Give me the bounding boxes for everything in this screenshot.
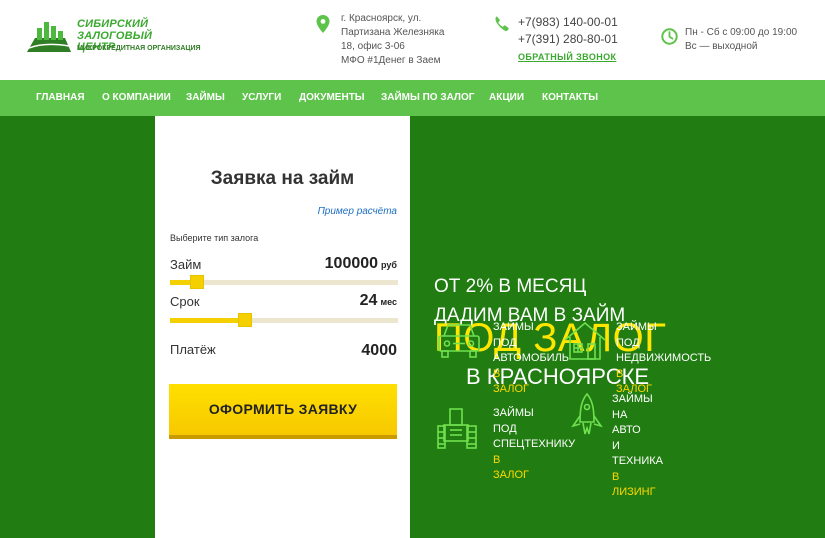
loan-amount-number: 100000 xyxy=(324,255,379,272)
service-accent-line: В xyxy=(493,453,501,466)
map-pin-icon xyxy=(316,15,330,33)
address-line: МФО #1Денег в Заем xyxy=(341,55,441,66)
service-leasing[interactable]: ЗАЙМЫ НА АВТО И ТЕХНИКА В ЛИЗИНГ xyxy=(570,392,680,498)
service-accent-line: ЛИЗИНГ xyxy=(612,486,656,498)
service-line: АВТО xyxy=(612,424,641,436)
form-title: Заявка на займ xyxy=(210,168,355,189)
service-line: ТЕХНИКА xyxy=(612,455,663,467)
service-car-loan[interactable]: ЗАЙМЫ ПОД АВТОМОБИЛЬ В ЗАЛОГ xyxy=(436,320,569,400)
service-line: ПОД xyxy=(616,336,640,349)
loan-amount-unit: руб xyxy=(381,260,397,270)
address-line: Партизана Железняка xyxy=(341,27,445,38)
term-unit: мес xyxy=(380,297,397,307)
term-label: Срок xyxy=(170,294,200,309)
service-accent-line: В xyxy=(612,470,620,483)
service-accent-line: В xyxy=(616,367,624,380)
payment-value: 4000 xyxy=(361,342,397,359)
hero-rate-line: ОТ 2% В МЕСЯЦ xyxy=(434,276,587,297)
nav-item-home[interactable]: ГЛАВНАЯ xyxy=(36,80,85,116)
service-line: ЗАЙМЫ xyxy=(616,321,657,333)
service-realty-loan[interactable]: ЗАЙМЫ ПОД НЕДВИЖИМОСТЬ В ЗАЛОГ xyxy=(563,320,713,400)
logo-line-1: СИБИРСКИЙ xyxy=(77,18,149,30)
nav-item-contacts[interactable]: КОНТАКТЫ xyxy=(542,80,598,116)
address-block: г. Красноярск, ул. Партизана Железняка 1… xyxy=(341,12,444,68)
car-icon xyxy=(438,324,480,358)
loan-application-form: Заявка на займ Пример расчёта Выберите т… xyxy=(155,116,410,538)
hours-line: Пн - Сб с 09:00 до 19:00 xyxy=(685,27,798,38)
term-slider[interactable] xyxy=(170,313,398,327)
service-accent-line: ЗАЛОГ xyxy=(493,383,529,395)
phone-number[interactable]: +7(983) 140-00-01 xyxy=(518,14,618,31)
service-line: И xyxy=(612,439,620,452)
service-line: ЗАЙМЫ xyxy=(493,321,534,333)
clock-icon xyxy=(661,28,678,45)
service-line: ПОД xyxy=(493,422,517,435)
address-line: г. Красноярск, ул. xyxy=(341,13,422,24)
logo[interactable]: СИБИРСКИЙ ЗАЛОГОВЫЙ ЦЕНТР МИКРОКРЕДИТНАЯ… xyxy=(25,16,201,60)
term-number: 24 xyxy=(359,292,378,309)
service-accent-line: В xyxy=(493,367,501,380)
loan-amount-value: 100000 руб xyxy=(325,255,397,273)
loan-amount-label: Займ xyxy=(170,257,202,272)
tractor-icon xyxy=(437,408,477,449)
rocket-icon xyxy=(571,392,603,435)
hours-block: Пн - Сб с 09:00 до 19:00 Вс — выходной xyxy=(685,26,797,54)
service-line: СПЕЦТЕХНИКУ xyxy=(493,438,576,450)
hours-line: Вс — выходной xyxy=(685,41,758,52)
service-line: ЗАЙМЫ xyxy=(612,393,653,405)
service-text: ЗАЙМЫ НА АВТО И ТЕХНИКА В ЛИЗИНГ xyxy=(612,392,663,501)
logo-subtitle: МИКРОКРЕДИТНАЯ ОРГАНИЗАЦИЯ xyxy=(77,45,201,52)
loan-amount-slider[interactable] xyxy=(170,275,398,289)
phone-icon xyxy=(495,16,509,32)
nav-item-services[interactable]: УСЛУГИ xyxy=(242,80,281,116)
logo-mark-icon xyxy=(27,22,71,52)
service-line: ЗАЙМЫ xyxy=(493,407,534,419)
submit-application-button[interactable]: ОФОРМИТЬ ЗАЯВКУ xyxy=(169,384,397,439)
service-line: ПОД xyxy=(493,336,517,349)
main-nav: ГЛАВНАЯ О КОМПАНИИ ЗАЙМЫ УСЛУГИ ДОКУМЕНТ… xyxy=(0,80,825,116)
nav-item-about[interactable]: О КОМПАНИИ xyxy=(102,80,171,116)
service-line: НА xyxy=(612,408,628,421)
address-line: 18, офис 3-06 xyxy=(341,41,405,52)
service-line: НЕДВИЖИМОСТЬ xyxy=(616,352,712,364)
service-line: АВТОМОБИЛЬ xyxy=(493,352,570,364)
service-text: ЗАЙМЫ ПОД НЕДВИЖИМОСТЬ В ЗАЛОГ xyxy=(616,320,711,398)
house-icon xyxy=(564,321,606,360)
service-machinery-loan[interactable]: ЗАЙМЫ ПОД СПЕЦТЕХНИКУ В ЗАЛОГ xyxy=(436,406,576,486)
phone-number[interactable]: +7(391) 280-80-01 xyxy=(518,31,618,48)
payment-label: Платёж xyxy=(170,342,216,357)
term-slider-handle[interactable] xyxy=(238,313,252,327)
nav-item-collateral-loans[interactable]: ЗАЙМЫ ПО ЗАЛОГ xyxy=(381,80,474,116)
service-text: ЗАЙМЫ ПОД СПЕЦТЕХНИКУ В ЗАЛОГ xyxy=(493,406,575,484)
loan-amount-slider-handle[interactable] xyxy=(190,275,204,289)
callback-link[interactable]: ОБРАТНЫЙ ЗВОНОК xyxy=(518,49,618,66)
service-text: ЗАЙМЫ ПОД АВТОМОБИЛЬ В ЗАЛОГ xyxy=(493,320,569,398)
term-value: 24 мес xyxy=(360,292,397,310)
service-accent-line: ЗАЛОГ xyxy=(493,469,529,481)
hero-section: Заявка на займ Пример расчёта Выберите т… xyxy=(0,116,825,538)
site-header: СИБИРСКИЙ ЗАЛОГОВЫЙ ЦЕНТР МИКРОКРЕДИТНАЯ… xyxy=(0,0,825,80)
nav-item-promotions[interactable]: АКЦИИ xyxy=(489,80,524,116)
phones-block: +7(983) 140-00-01 +7(391) 280-80-01 ОБРА… xyxy=(518,14,618,66)
nav-item-loans[interactable]: ЗАЙМЫ xyxy=(186,80,225,116)
example-calculation-link[interactable]: Пример расчёта xyxy=(318,206,397,217)
term-slider-fill xyxy=(170,318,245,323)
collateral-type-label[interactable]: Выберите тип залога xyxy=(170,233,258,243)
nav-item-documents[interactable]: ДОКУМЕНТЫ xyxy=(299,80,365,116)
